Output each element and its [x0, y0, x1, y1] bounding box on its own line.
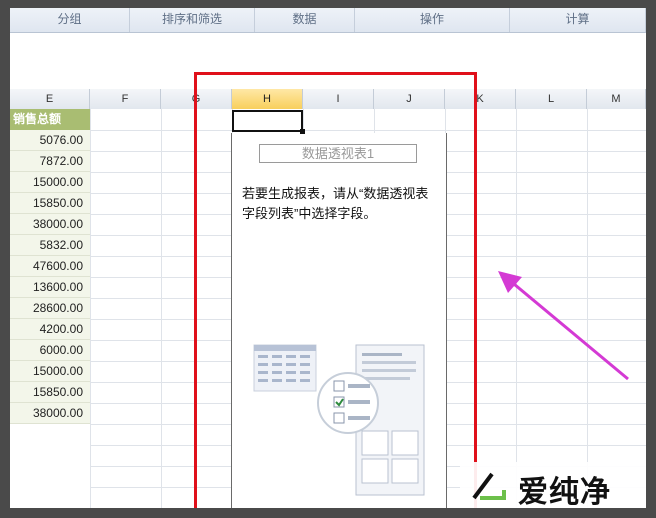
- sales-total-cell[interactable]: 28600.00: [10, 298, 90, 319]
- sales-total-cell[interactable]: 38000.00: [10, 214, 90, 235]
- sales-total-cell[interactable]: 15000.00: [10, 361, 90, 382]
- sales-total-cell[interactable]: 15000.00: [10, 172, 90, 193]
- ribbon-group-data[interactable]: 数据: [255, 8, 355, 32]
- grid-column-line: [90, 109, 91, 508]
- sales-total-cell[interactable]: 4200.00: [10, 319, 90, 340]
- ribbon-group-grouping[interactable]: 分组: [10, 8, 130, 32]
- column-e-cells: 销售总额 5076.00 7872.00 15000.00 15850.00 38000…: [10, 109, 90, 508]
- column-header-l[interactable]: L: [516, 89, 587, 109]
- sales-total-cell[interactable]: 38000.00: [10, 403, 90, 424]
- sales-total-cell[interactable]: 15850.00: [10, 382, 90, 403]
- site-watermark: 爱纯净: [460, 462, 646, 510]
- column-e-header-cell[interactable]: 销售总额: [10, 109, 90, 130]
- column-header-m[interactable]: M: [587, 89, 646, 109]
- sales-total-cell[interactable]: 6000.00: [10, 340, 90, 361]
- sales-total-cell[interactable]: 15850.00: [10, 193, 90, 214]
- sales-total-cell[interactable]: 47600.00: [10, 256, 90, 277]
- highlight-box: [194, 72, 477, 512]
- sales-total-cell[interactable]: 5076.00: [10, 130, 90, 151]
- sales-total-cell[interactable]: 5832.00: [10, 235, 90, 256]
- ribbon-group-actions[interactable]: 操作: [355, 8, 510, 32]
- column-header-e[interactable]: E: [10, 89, 90, 109]
- grid-column-line: [161, 109, 162, 508]
- sales-total-cell[interactable]: 7872.00: [10, 151, 90, 172]
- screenshot-frame: 分组 排序和筛选 数据 操作 计算 E F G H I J K L M 销售总额…: [0, 0, 656, 518]
- watermark-logo-icon: [472, 472, 506, 500]
- frame-top-edge: [0, 0, 656, 8]
- frame-right-edge: [646, 0, 656, 518]
- frame-bottom-edge: [0, 508, 656, 518]
- sales-total-cell[interactable]: 13600.00: [10, 277, 90, 298]
- frame-left-edge: [0, 0, 10, 518]
- column-header-f[interactable]: F: [90, 89, 161, 109]
- ribbon-group-calculations[interactable]: 计算: [510, 8, 646, 32]
- magenta-pointer-arrow-icon: [498, 271, 629, 381]
- ribbon-group-sort-filter[interactable]: 排序和筛选: [130, 8, 255, 32]
- ribbon-group-labels: 分组 排序和筛选 数据 操作 计算: [10, 8, 646, 33]
- watermark-text: 爱纯净: [518, 475, 611, 510]
